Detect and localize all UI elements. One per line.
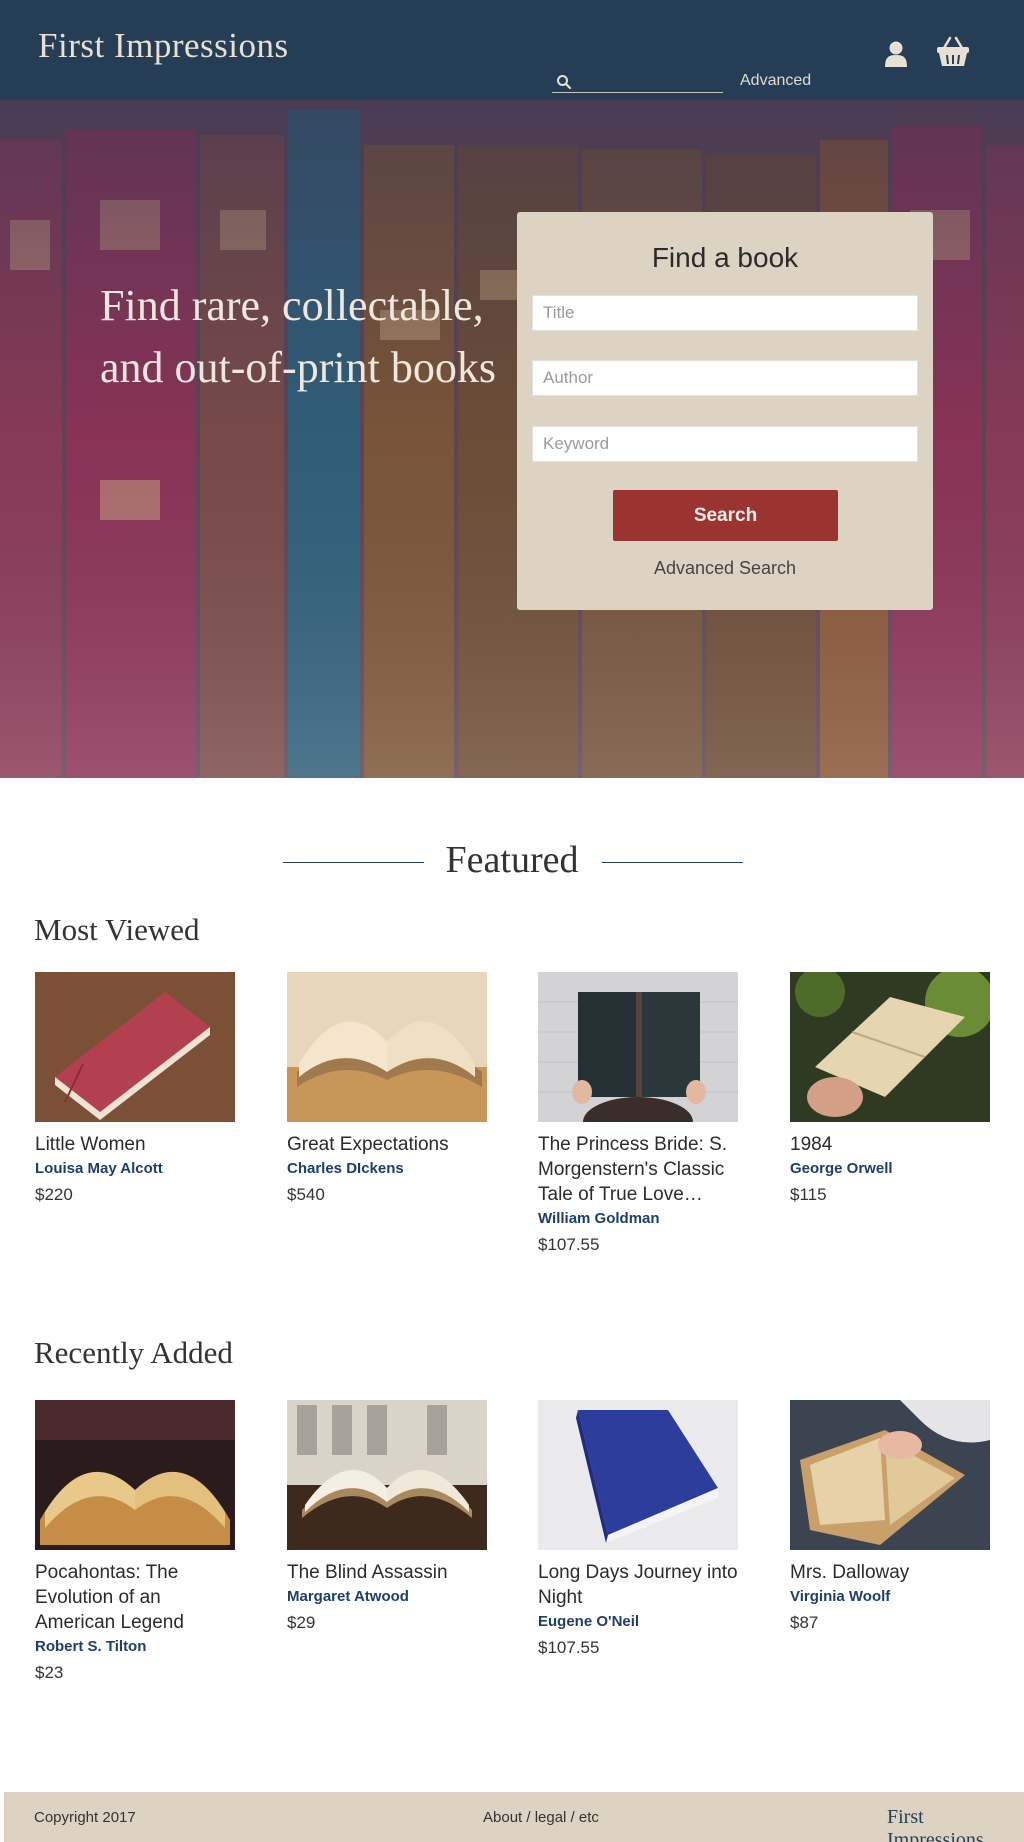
keyword-input[interactable]	[532, 426, 918, 462]
hero-banner: Find rare, collectable, and out-of-print…	[0, 100, 1024, 778]
book-author[interactable]: Louisa May Alcott	[35, 1160, 235, 1177]
advanced-search-link-panel[interactable]: Advanced Search	[517, 558, 933, 579]
book-card[interactable]: The Blind Assassin Margaret Atwood $29	[287, 1400, 487, 1633]
book-cover-image[interactable]	[287, 972, 487, 1122]
book-cover-image[interactable]	[287, 1400, 487, 1550]
book-cover-image[interactable]	[790, 972, 990, 1122]
book-author[interactable]: George Orwell	[790, 1160, 990, 1177]
book-cover-image[interactable]	[790, 1400, 990, 1550]
book-price: $107.55	[538, 1638, 600, 1657]
most-viewed-heading: Most Viewed	[34, 912, 200, 947]
find-a-book-panel: Find a book Search Advanced Search	[517, 212, 933, 610]
book-price: $29	[287, 1613, 316, 1632]
book-card[interactable]: Little Women Louisa May Alcott $220	[35, 972, 235, 1205]
book-title[interactable]: Great Expectations	[287, 1132, 487, 1157]
recently-added-heading: Recently Added	[34, 1335, 233, 1370]
book-title[interactable]: Long Days Journey into Night	[538, 1560, 738, 1610]
book-title[interactable]: Mrs. Dalloway	[790, 1560, 990, 1585]
book-price: $220	[35, 1185, 73, 1204]
title-input[interactable]	[532, 295, 918, 331]
book-price: $87	[790, 1613, 819, 1632]
advanced-search-link[interactable]: Advanced	[740, 72, 811, 90]
book-author[interactable]: Virginia Woolf	[790, 1588, 990, 1605]
featured-divider-right	[602, 862, 743, 863]
book-price: $540	[287, 1185, 325, 1204]
book-author[interactable]: Eugene O'Neil	[538, 1613, 738, 1630]
book-price: $107.55	[538, 1235, 600, 1254]
book-author[interactable]: Margaret Atwood	[287, 1588, 487, 1605]
user-icon[interactable]	[884, 40, 908, 68]
site-header: First Impressions Advanced	[0, 0, 1024, 100]
book-card[interactable]: The Princess Bride: S. Morgenstern's Cla…	[538, 972, 738, 1255]
book-author[interactable]: William Goldman	[538, 1210, 738, 1227]
book-author[interactable]: Charles DIckens	[287, 1160, 487, 1177]
site-logo[interactable]: First Impressions	[38, 26, 289, 66]
book-card[interactable]: 1984 George Orwell $115	[790, 972, 990, 1205]
book-title[interactable]: Little Women	[35, 1132, 235, 1157]
book-price: $23	[35, 1663, 64, 1682]
site-footer: Copyright 2017 About / legal / etc First…	[4, 1792, 1024, 1842]
book-cover-image[interactable]	[35, 1400, 235, 1550]
header-search	[552, 70, 723, 93]
book-author[interactable]: Robert S. Tilton	[35, 1638, 235, 1655]
book-title[interactable]: The Princess Bride: S. Morgenstern's Cla…	[538, 1132, 738, 1207]
book-card[interactable]: Mrs. Dalloway Virginia Woolf $87	[790, 1400, 990, 1633]
author-input[interactable]	[532, 360, 918, 396]
search-icon[interactable]	[556, 74, 572, 90]
search-input[interactable]	[576, 72, 721, 90]
book-title[interactable]: 1984	[790, 1132, 990, 1157]
book-cover-image[interactable]	[35, 972, 235, 1122]
book-cover-image[interactable]	[538, 972, 738, 1122]
book-cover-image[interactable]	[538, 1400, 738, 1550]
footer-logo[interactable]: First Impressions	[887, 1806, 1024, 1842]
book-price: $115	[790, 1185, 827, 1204]
search-button[interactable]: Search	[613, 490, 838, 541]
book-title[interactable]: The Blind Assassin	[287, 1560, 487, 1585]
find-a-book-title: Find a book	[651, 242, 799, 273]
book-card[interactable]: Great Expectations Charles DIckens $540	[287, 972, 487, 1205]
book-card[interactable]: Pocahontas: The Evolution of an American…	[35, 1400, 235, 1683]
featured-heading: Featured	[445, 839, 579, 881]
book-title[interactable]: Pocahontas: The Evolution of an American…	[35, 1560, 235, 1635]
hero-headline: Find rare, collectable, and out-of-print…	[100, 281, 496, 392]
book-card[interactable]: Long Days Journey into Night Eugene O'Ne…	[538, 1400, 738, 1658]
copyright-text: Copyright 2017	[34, 1809, 136, 1826]
cart-icon[interactable]	[936, 36, 970, 68]
footer-links[interactable]: About / legal / etc	[483, 1809, 599, 1826]
